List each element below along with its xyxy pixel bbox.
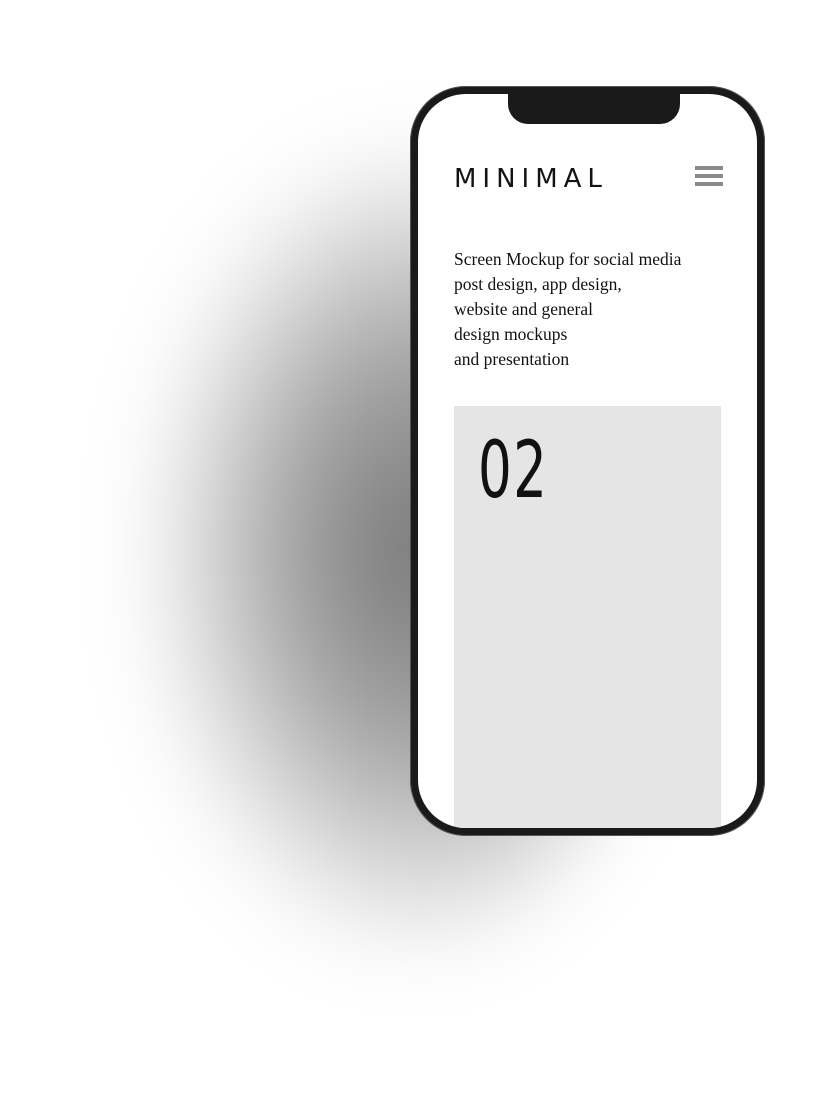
phone-screen: MINIMAL Screen Mockup for social media p… — [418, 94, 757, 828]
brand-logo[interactable]: MINIMAL — [454, 164, 608, 194]
hamburger-menu-icon[interactable] — [695, 166, 723, 188]
intro-line: Screen Mockup for social media — [454, 249, 682, 269]
phone-notch — [508, 94, 680, 124]
menu-bar — [695, 182, 723, 186]
content-card[interactable]: 02 — [454, 406, 721, 828]
card-number: 02 — [478, 426, 549, 516]
phone-frame: MINIMAL Screen Mockup for social media p… — [410, 86, 765, 836]
menu-bar — [695, 174, 723, 178]
intro-line: post design, app design, — [454, 274, 622, 294]
intro-line: website and general — [454, 299, 593, 319]
intro-line: design mockups — [454, 324, 568, 344]
intro-line: and presentation — [454, 349, 570, 369]
intro-text: Screen Mockup for social media post desi… — [454, 247, 724, 372]
menu-bar — [695, 166, 723, 170]
